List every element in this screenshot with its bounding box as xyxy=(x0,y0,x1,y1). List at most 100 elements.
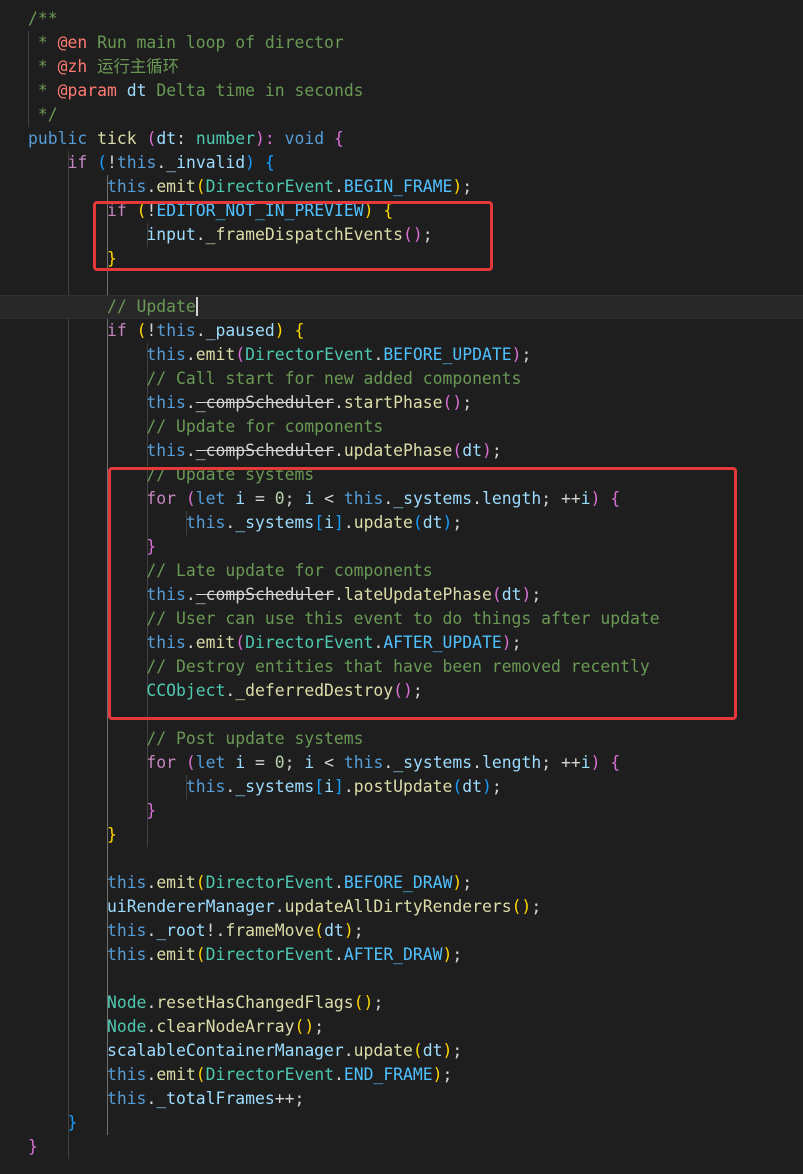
code-line-text: Node.clearNodeArray(); xyxy=(28,1015,324,1039)
code-token: () xyxy=(442,393,463,412)
code-line-text: if (!this._invalid) { xyxy=(28,151,275,175)
code-token: = xyxy=(245,753,275,772)
code-line: } xyxy=(0,799,803,823)
code-token: i xyxy=(580,753,591,772)
code-token: ( xyxy=(185,753,196,772)
code-token: ; xyxy=(314,1017,325,1036)
code-token: ( xyxy=(136,321,147,340)
code-token: { xyxy=(264,153,275,172)
code-token: * xyxy=(28,81,58,100)
code-token: ) xyxy=(590,753,601,772)
code-line-text: Node.resetHasChangedFlags(); xyxy=(28,991,383,1015)
code-token: Node xyxy=(106,1017,147,1036)
code-line: } xyxy=(0,823,803,847)
code-line: * @param dt Delta time in seconds xyxy=(0,79,803,103)
code-token: ) xyxy=(511,345,522,364)
code-token: emit xyxy=(156,177,196,196)
code-token: ): xyxy=(255,129,285,148)
code-token: ; xyxy=(353,921,364,940)
code-line-text: } xyxy=(28,1111,77,1135)
code-token: // Update for components xyxy=(146,417,384,436)
code-token: ) xyxy=(274,321,285,340)
code-token: // Update xyxy=(106,297,196,316)
code-line-text: * @param dt Delta time in seconds xyxy=(28,79,364,103)
code-token: . xyxy=(472,753,483,772)
code-token: DirectorEvent xyxy=(205,1065,334,1084)
code-line-text: if (!this._paused) { xyxy=(28,319,304,343)
code-token: ; xyxy=(284,753,305,772)
code-token: ; xyxy=(521,345,532,364)
code-token: . xyxy=(383,753,394,772)
code-token: this xyxy=(106,921,147,940)
code-line: scalableContainerManager.update(dt); xyxy=(0,1039,803,1063)
annotation-box-editor-preview-block xyxy=(93,201,493,271)
code-token: this xyxy=(106,873,147,892)
code-line-text: // Post update systems xyxy=(28,727,363,751)
code-token: number xyxy=(195,129,256,148)
code-line-text: // Call start for new added components xyxy=(28,367,521,391)
code-token: ! xyxy=(146,321,157,340)
code-editor[interactable]: /** * @en Run main loop of director * @z… xyxy=(0,0,803,1174)
code-token: dt xyxy=(422,1041,443,1060)
code-token: _root xyxy=(156,921,206,940)
code-token: _totalFrames xyxy=(156,1089,275,1108)
code-token: . xyxy=(333,945,344,964)
code-token: . xyxy=(156,153,167,172)
code-token: ) xyxy=(343,921,354,940)
code-token: // Call start for new added components xyxy=(146,369,522,388)
code-token: () xyxy=(294,1017,315,1036)
code-line: this._compScheduler.updatePhase(dt); xyxy=(0,439,803,463)
code-line: this._systems[i].postUpdate(dt); xyxy=(0,775,803,799)
code-line: */ xyxy=(0,103,803,127)
code-token: */ xyxy=(28,105,58,124)
code-token: DirectorEvent xyxy=(205,873,334,892)
code-token: frameMove xyxy=(225,921,315,940)
code-token: dt xyxy=(126,81,147,100)
code-line: Node.clearNodeArray(); xyxy=(0,1015,803,1039)
code-line-text: // Update for components xyxy=(28,415,383,439)
code-token: emit xyxy=(156,1065,196,1084)
code-line-text: * @zh 运行主循环 xyxy=(28,55,179,79)
code-token: updateAllDirtyRenderers xyxy=(284,897,512,916)
code-token: this xyxy=(343,753,384,772)
code-token: BEFORE_DRAW xyxy=(343,873,453,892)
code-token: . xyxy=(185,441,196,460)
code-line: // Call start for new added components xyxy=(0,367,803,391)
code-token: . xyxy=(343,777,354,796)
code-line: /** xyxy=(0,7,803,31)
code-token: dt xyxy=(462,777,483,796)
code-token: ( xyxy=(97,153,107,172)
code-line: if (!this._invalid) { xyxy=(0,151,803,175)
code-line: this._totalFrames++; xyxy=(0,1087,803,1111)
code-token: ( xyxy=(195,177,206,196)
code-token: ( xyxy=(195,1065,206,1084)
code-token: dt xyxy=(462,441,482,460)
code-token: . xyxy=(333,177,344,196)
code-token: . xyxy=(146,1017,157,1036)
code-token: } xyxy=(106,825,117,844)
annotation-box-update-systems-block xyxy=(108,467,737,720)
code-token: ; xyxy=(442,1065,453,1084)
code-token: emit xyxy=(156,873,196,892)
code-token: length xyxy=(482,753,542,772)
code-token: ; xyxy=(462,873,473,892)
code-line-text: this._compScheduler.updatePhase(dt); xyxy=(28,439,501,463)
code-token: this xyxy=(106,1065,147,1084)
code-token: public xyxy=(28,129,88,148)
code-line-text: this._totalFrames++; xyxy=(28,1087,304,1111)
code-token: BEGIN_FRAME xyxy=(343,177,453,196)
